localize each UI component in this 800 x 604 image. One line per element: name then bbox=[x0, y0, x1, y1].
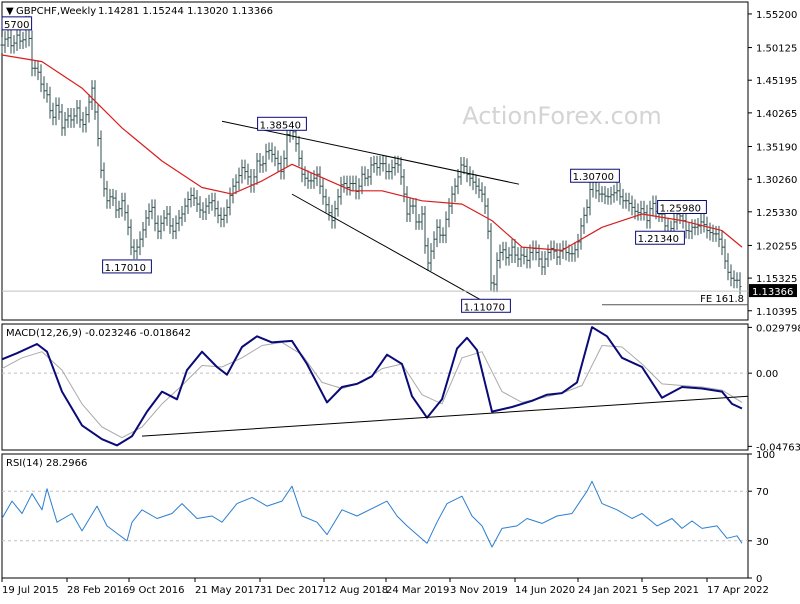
price-trendline bbox=[291, 193, 500, 311]
price-ytick-label: 1.45195 bbox=[756, 76, 797, 87]
chart-canvas: ActionForex.com ▼ GBPCHF,Weekly 1.14281 … bbox=[0, 1, 800, 596]
x-tick-label: 28 Feb 2016 bbox=[67, 585, 129, 596]
macd-ytick-label: 0.00 bbox=[756, 369, 778, 380]
price-label: 1.11070 bbox=[464, 302, 505, 313]
macd-title: MACD(12,26,9) -0.023246 -0.018642 bbox=[6, 328, 191, 339]
rsi-title: RSI(14) 28.2966 bbox=[6, 458, 87, 469]
macd-layer: 0.0297980.00-0.047637 bbox=[1, 323, 800, 453]
price-ytick-label: 1.40265 bbox=[756, 109, 797, 120]
rsi-ytick-label: 100 bbox=[756, 450, 775, 461]
last-price-label: 1.13366 bbox=[752, 287, 793, 298]
price-ytick-label: 1.20255 bbox=[756, 241, 797, 252]
x-tick-label: 19 Jul 2015 bbox=[2, 585, 59, 596]
price-ytick-label: 1.25330 bbox=[756, 208, 797, 219]
price-ytick-label: 1.50125 bbox=[756, 44, 797, 55]
watermark: ActionForex.com bbox=[462, 102, 662, 130]
macd-signal-line bbox=[1, 341, 743, 439]
x-tick-label: 17 Apr 2022 bbox=[707, 585, 769, 596]
x-tick-label: 12 Aug 2018 bbox=[324, 585, 388, 596]
rsi-ytick-label: 30 bbox=[756, 537, 769, 548]
macd-line bbox=[1, 326, 743, 447]
x-tick-label: 3 Nov 2019 bbox=[450, 585, 508, 596]
x-tick-label: 14 Jun 2020 bbox=[515, 585, 575, 596]
rsi-ytick-label: 0 bbox=[756, 574, 762, 585]
price-ytick-label: 1.15325 bbox=[756, 274, 797, 285]
price-ytick-label: 1.55200 bbox=[756, 10, 797, 21]
x-tick-label: 21 May 2017 bbox=[195, 585, 260, 596]
x-tick-label: 24 Mar 2019 bbox=[386, 585, 449, 596]
price-label: 1.30700 bbox=[573, 172, 614, 183]
ohlc-values: 1.14281 1.15244 1.13020 1.13366 bbox=[98, 6, 273, 17]
x-tick-label: 24 Jan 2021 bbox=[578, 585, 638, 596]
macd-panel-frame bbox=[1, 323, 749, 451]
price-label: 1.25980 bbox=[660, 204, 701, 215]
price-label: 1.21340 bbox=[638, 234, 679, 245]
price-ytick-label: 1.30260 bbox=[756, 175, 797, 186]
chart-window: ActionForex.com ▼ GBPCHF,Weekly 1.14281 … bbox=[0, 0, 800, 600]
axis-layer: 19 Jul 2015 28 Feb 2016 9 Oct 2016 21 May 2… bbox=[1, 578, 769, 596]
x-tick-label: 31 Dec 2017 bbox=[260, 585, 324, 596]
price-ytick-label: 1.10395 bbox=[756, 307, 797, 318]
macd-trendline bbox=[141, 395, 749, 437]
rsi-ytick-label: 70 bbox=[756, 487, 769, 498]
x-tick-label: 9 Oct 2016 bbox=[129, 585, 184, 596]
x-tick-label: 5 Sep 2021 bbox=[642, 585, 699, 596]
macd-ytick-label: 0.029798 bbox=[756, 323, 800, 334]
price-label: 5700 bbox=[4, 20, 29, 31]
price-ytick-label: 1.35190 bbox=[756, 142, 797, 153]
fe-level-label: FE 161.8 bbox=[700, 294, 744, 305]
price-label: 1.17010 bbox=[105, 263, 146, 274]
header-dropdown-icon[interactable]: ▼ bbox=[6, 6, 14, 17]
symbol-label: GBPCHF,Weekly bbox=[16, 6, 96, 17]
rsi-layer: 100 70 30 0 bbox=[1, 450, 775, 585]
price-label: 1.38540 bbox=[260, 120, 301, 131]
price-layer: 1.55200 1.50125 1.45195 1.40265 1.35190 1.302… bbox=[0, 10, 797, 318]
